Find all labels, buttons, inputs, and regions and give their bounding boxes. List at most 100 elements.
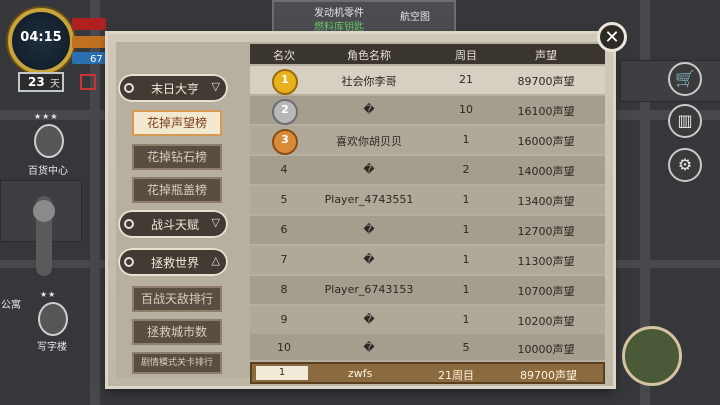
table-row[interactable]: 5 Player_4743551 1 13400声望 bbox=[250, 186, 605, 214]
row-name: � bbox=[363, 313, 375, 326]
bullet-icon bbox=[124, 219, 134, 229]
header-fame: 声望 bbox=[535, 49, 557, 62]
cart-icon[interactable]: 🛒 bbox=[668, 62, 702, 96]
table-row[interactable]: 8 Player_6743153 1 10700声望 bbox=[250, 276, 605, 304]
table-header: 名次 角色名称 周目 声望 bbox=[250, 44, 605, 64]
zoom-slider-handle[interactable] bbox=[33, 200, 55, 222]
table-row[interactable]: 3 喜欢你胡贝贝 1 16000声望 bbox=[250, 126, 605, 155]
ranking-table: 名次 角色名称 周目 声望 1 社会你李哥 21 89700声望 2 � 10 … bbox=[250, 44, 605, 384]
banner-right: 航空图 bbox=[400, 12, 430, 23]
office-poi[interactable] bbox=[38, 302, 68, 336]
table-row[interactable]: 10 � 5 10000声望 bbox=[250, 334, 605, 360]
day-clock: 04:15 bbox=[8, 8, 74, 74]
my-fame: 89700声望 bbox=[520, 369, 577, 382]
category-save-world[interactable]: 拯救世界 △ bbox=[118, 248, 228, 276]
row-week: 1 bbox=[462, 133, 470, 146]
chevron-down-icon: ▽ bbox=[211, 80, 220, 93]
row-fame: 10000声望 bbox=[517, 343, 575, 356]
tab-story-stages[interactable]: 剧情模式关卡排行 bbox=[132, 352, 222, 374]
row-fame: 11300声望 bbox=[517, 255, 575, 268]
health-bar bbox=[72, 18, 106, 30]
row-name: � bbox=[363, 223, 375, 236]
row-fame: 10200声望 bbox=[517, 315, 575, 328]
tab-fame-spent[interactable]: 花掉声望榜 bbox=[132, 110, 222, 136]
row-name: � bbox=[363, 103, 375, 116]
building-icon[interactable]: ▥ bbox=[668, 104, 702, 138]
row-name: Player_6743153 bbox=[324, 283, 414, 296]
row-name: 喜欢你胡贝贝 bbox=[336, 135, 402, 148]
table-row[interactable]: 2 � 10 16100声望 bbox=[250, 96, 605, 125]
row-week: 10 bbox=[459, 103, 473, 116]
row-rank: 4 bbox=[280, 163, 288, 176]
row-fame: 16100声望 bbox=[517, 105, 575, 118]
banner-line1: 发动机零件 bbox=[314, 8, 364, 19]
hunger-bar bbox=[72, 36, 106, 48]
row-name: � bbox=[363, 253, 375, 266]
quest-banner[interactable]: 发动机零件 燃料库钥匙 航空图 bbox=[272, 0, 456, 36]
bullet-icon bbox=[124, 257, 134, 267]
department-store-poi[interactable] bbox=[34, 124, 64, 158]
row-week: 1 bbox=[462, 253, 470, 266]
row-name: � bbox=[363, 163, 375, 176]
tab-cities-saved[interactable]: 拯救城市数 bbox=[132, 319, 222, 345]
category-label: 拯救世界 bbox=[150, 256, 199, 270]
silver-medal-icon: 2 bbox=[272, 99, 298, 125]
row-week: 5 bbox=[462, 341, 470, 354]
chevron-up-icon: △ bbox=[211, 254, 220, 267]
row-week: 1 bbox=[462, 313, 470, 326]
tab-caps-spent[interactable]: 花掉瓶盖榜 bbox=[132, 177, 222, 203]
row-rank: 8 bbox=[280, 283, 288, 296]
poi-stars-2: ★★ bbox=[40, 290, 57, 299]
row-name: 社会你李哥 bbox=[341, 75, 397, 88]
row-rank: 5 bbox=[280, 193, 288, 206]
day-number: 23 bbox=[28, 75, 45, 89]
my-rank-bar: 1 zwfs 21周目 89700声望 bbox=[250, 362, 605, 384]
tab-diamond-spent[interactable]: 花掉钻石榜 bbox=[132, 144, 222, 170]
alert-icon[interactable] bbox=[80, 74, 96, 90]
gear-icon[interactable]: ⚙ bbox=[668, 148, 702, 182]
tab-hundred-battles[interactable]: 百战天敌排行 bbox=[132, 286, 222, 312]
chevron-down-icon: ▽ bbox=[211, 216, 220, 229]
hud-small-number: 67 bbox=[90, 54, 103, 65]
row-rank: 6 bbox=[280, 223, 288, 236]
table-row[interactable]: 1 社会你李哥 21 89700声望 bbox=[250, 66, 605, 95]
poi-stars: ★★★ bbox=[34, 112, 59, 121]
label-apartment: 公寓 bbox=[1, 300, 21, 311]
category-label: 末日大亨 bbox=[150, 82, 199, 96]
my-rank: 1 bbox=[256, 366, 308, 380]
row-week: 1 bbox=[462, 283, 470, 296]
header-name: 角色名称 bbox=[347, 49, 391, 62]
row-fame: 14000声望 bbox=[517, 165, 575, 178]
label-department-store: 百货中心 bbox=[28, 166, 68, 177]
table-row[interactable]: 7 � 1 11300声望 bbox=[250, 246, 605, 274]
label-office: 写字楼 bbox=[37, 342, 67, 353]
row-week: 1 bbox=[462, 223, 470, 236]
close-button[interactable]: ✕ bbox=[597, 22, 627, 52]
backpack-icon[interactable] bbox=[622, 326, 682, 386]
row-name: � bbox=[363, 341, 375, 354]
bronze-medal-icon: 3 bbox=[272, 129, 298, 155]
category-combat-talent[interactable]: 战斗天赋 ▽ bbox=[118, 210, 228, 238]
category-sidebar: 末日大亨 ▽ 花掉声望榜 花掉钻石榜 花掉瓶盖榜 战斗天赋 ▽ 拯救世界 △ 百… bbox=[118, 62, 228, 374]
gold-medal-icon: 1 bbox=[272, 69, 298, 95]
my-name: zwfs bbox=[348, 367, 373, 380]
table-row[interactable]: 9 � 1 10200声望 bbox=[250, 306, 605, 334]
leaderboard-panel: 末日大亨 ▽ 花掉声望榜 花掉钻石榜 花掉瓶盖榜 战斗天赋 ▽ 拯救世界 △ 百… bbox=[108, 34, 613, 386]
row-name: Player_4743551 bbox=[324, 193, 414, 206]
row-fame: 12700声望 bbox=[517, 225, 575, 238]
row-fame: 89700声望 bbox=[517, 75, 575, 88]
row-week: 2 bbox=[462, 163, 470, 176]
row-rank: 7 bbox=[280, 253, 288, 266]
row-rank: 9 bbox=[280, 313, 288, 326]
row-fame: 10700声望 bbox=[517, 285, 575, 298]
row-fame: 13400声望 bbox=[517, 195, 575, 208]
banner-line2: 燃料库钥匙 bbox=[314, 22, 364, 33]
table-row[interactable]: 6 � 1 12700声望 bbox=[250, 216, 605, 244]
day-unit: 天 bbox=[50, 79, 60, 90]
row-rank: 10 bbox=[277, 341, 291, 354]
category-doomsday-tycoon[interactable]: 末日大亨 ▽ bbox=[118, 74, 228, 102]
table-row[interactable]: 4 � 2 14000声望 bbox=[250, 156, 605, 184]
row-fame: 16000声望 bbox=[517, 135, 575, 148]
bullet-icon bbox=[124, 83, 134, 93]
zoom-slider[interactable] bbox=[33, 196, 55, 276]
